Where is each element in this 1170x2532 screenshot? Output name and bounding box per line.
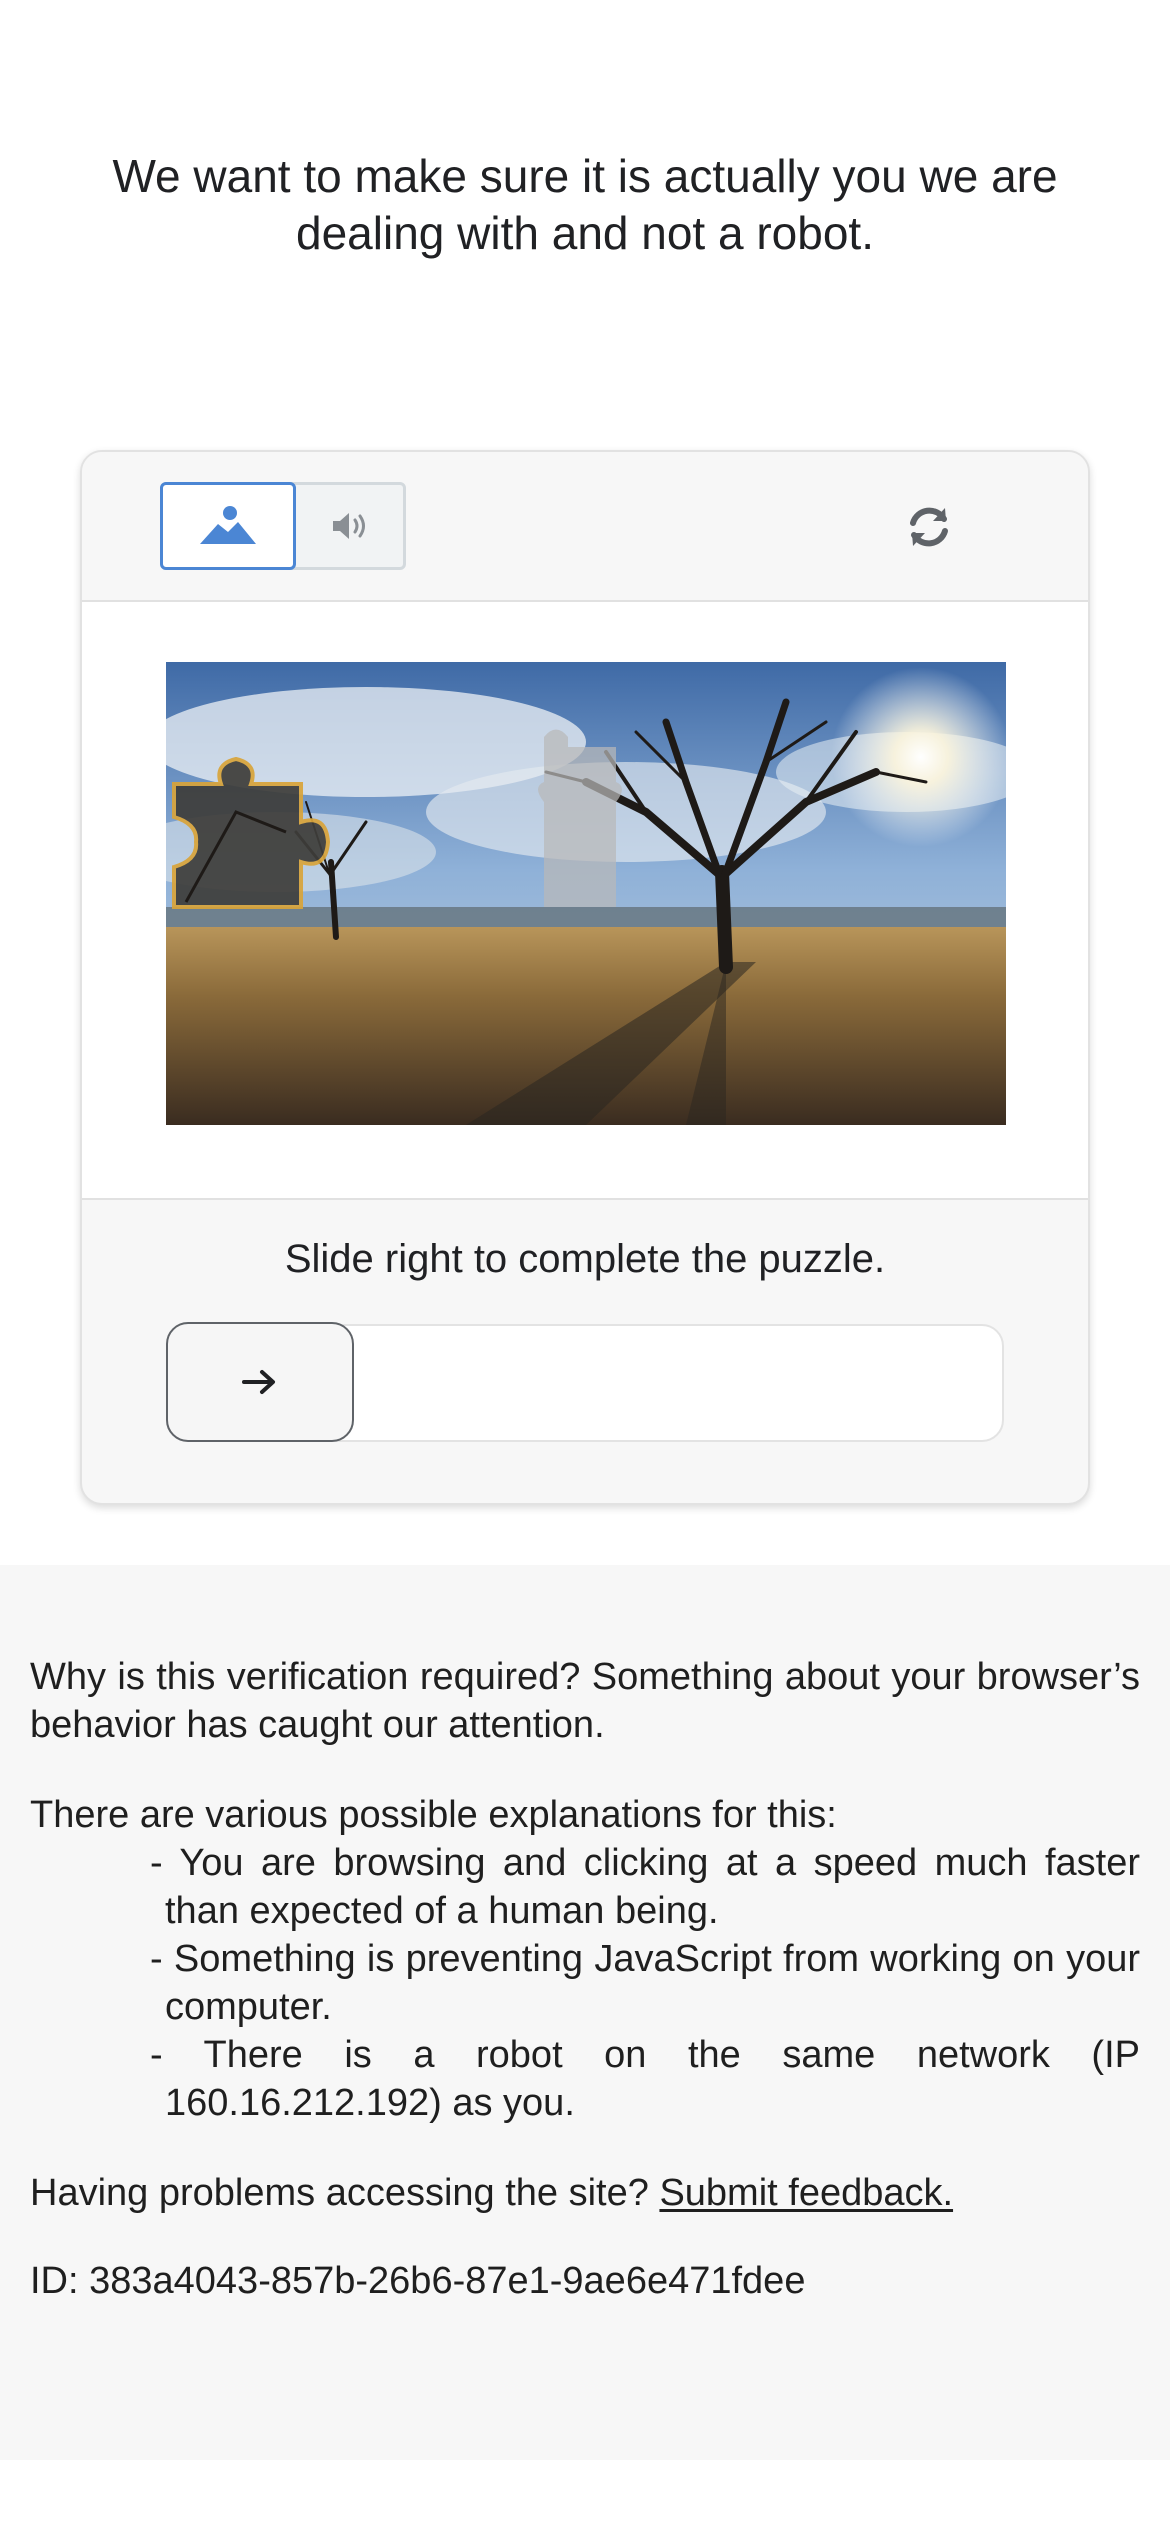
explanations-list: - You are browsing and clicking at a spe… [30, 1839, 1140, 2127]
puzzle-area [82, 602, 1088, 1200]
arrow-right-icon [242, 1370, 275, 1394]
problems-text: Having problems accessing the site? [30, 2172, 649, 2214]
challenge-mode-toggle [160, 482, 406, 570]
puzzle-scene [166, 662, 1006, 1125]
why-text: Why is this verification required? Somet… [30, 1656, 1140, 1746]
refresh-icon [910, 507, 948, 547]
explanation-item: - Something is preventing JavaScript fro… [150, 1938, 1140, 2028]
puzzle-image [166, 662, 1006, 1125]
slider-instruction: Slide right to complete the puzzle. [284, 1237, 886, 1281]
feedback-row: Having problems accessing the site? Subm… [30, 2169, 1140, 2217]
page-headline: We want to make sure it is actually you … [112, 150, 1058, 259]
image-challenge-button[interactable] [160, 482, 296, 570]
id-label: ID: [30, 2260, 79, 2302]
audio-challenge-button[interactable] [296, 482, 406, 570]
verification-info: Why is this verification required? Somet… [0, 1565, 1170, 2460]
captcha-toolbar [82, 452, 1088, 602]
slider-handle[interactable] [166, 1322, 354, 1442]
captcha-card: Slide right to complete the puzzle. [80, 450, 1090, 1505]
submit-feedback-link[interactable]: Submit feedback. [659, 2172, 953, 2214]
explanation-item: - You are browsing and clicking at a spe… [150, 1842, 1140, 1932]
image-icon [200, 506, 256, 544]
id-value: 383a4043-857b-26b6-87e1-9ae6e471fdee [89, 2260, 806, 2302]
explanations-intro: There are various possible explanations … [30, 1794, 837, 1836]
explanation-item: - There is a robot on the same network (… [150, 2034, 1140, 2124]
request-id: ID: 383a4043-857b-26b6-87e1-9ae6e471fdee [30, 2257, 1140, 2305]
puzzle-target-slot [538, 729, 622, 907]
refresh-challenge-button[interactable] [898, 496, 960, 558]
audio-icon [333, 513, 365, 539]
